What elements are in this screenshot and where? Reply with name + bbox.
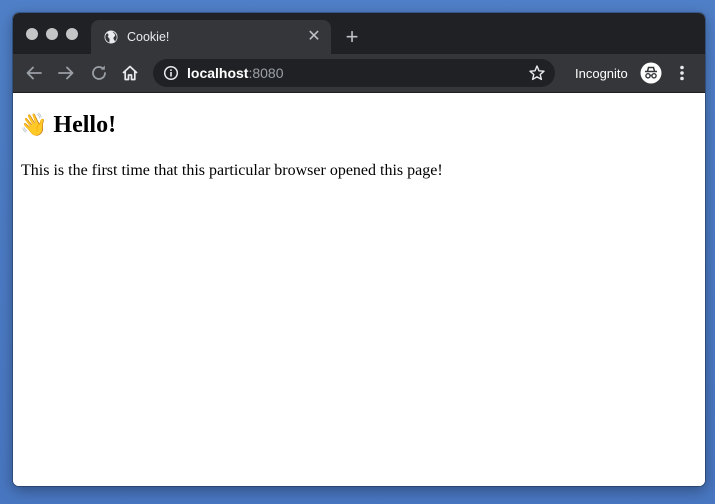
- reload-icon[interactable]: [88, 62, 110, 84]
- waving-hand-emoji: 👋: [20, 113, 48, 138]
- tab-strip: Cookie! ✕ +: [13, 13, 705, 54]
- bookmark-star-icon[interactable]: [528, 64, 546, 82]
- page-content: 👋 Hello! This is the first time that thi…: [13, 93, 705, 486]
- new-tab-button[interactable]: +: [341, 26, 363, 48]
- url-text[interactable]: localhost:8080: [187, 65, 284, 81]
- close-window-button[interactable]: [26, 28, 38, 40]
- address-bar[interactable]: localhost:8080: [153, 59, 555, 87]
- forward-arrow-icon[interactable]: [55, 62, 77, 84]
- incognito-label[interactable]: Incognito: [575, 66, 628, 81]
- more-menu-icon[interactable]: [676, 63, 688, 83]
- back-arrow-icon[interactable]: [23, 62, 45, 84]
- tab-title: Cookie!: [127, 30, 170, 44]
- browser-window: Cookie! ✕ + localhost:8080 Incognito 👋 H…: [13, 13, 705, 486]
- info-icon[interactable]: [163, 65, 179, 81]
- tab-cookie[interactable]: Cookie! ✕: [91, 20, 331, 54]
- page-paragraph: This is the first time that this particu…: [21, 162, 443, 179]
- home-icon[interactable]: [119, 62, 141, 84]
- page-heading: 👋 Hello!: [20, 112, 116, 139]
- close-tab-icon[interactable]: ✕: [305, 28, 323, 46]
- incognito-icon[interactable]: [640, 62, 662, 84]
- url-host: localhost: [187, 65, 249, 81]
- minimize-window-button[interactable]: [46, 28, 58, 40]
- url-port: :8080: [248, 65, 284, 81]
- zoom-window-button[interactable]: [66, 28, 78, 40]
- toolbar: localhost:8080 Incognito: [13, 54, 705, 93]
- heading-text: Hello!: [53, 112, 117, 138]
- globe-icon: [104, 30, 118, 44]
